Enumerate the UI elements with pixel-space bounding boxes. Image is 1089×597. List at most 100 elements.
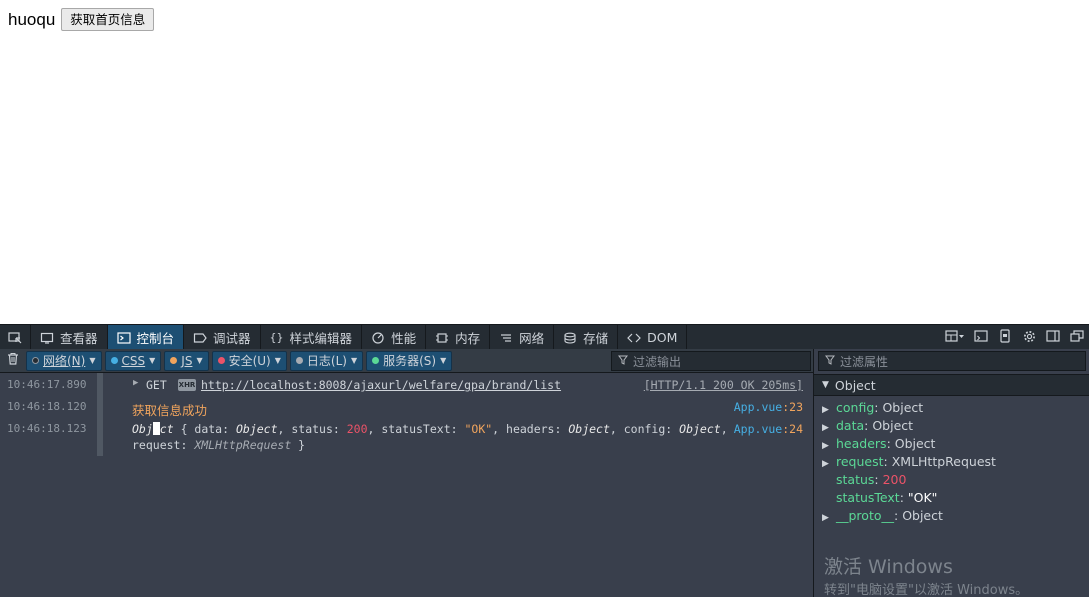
css-dot-icon xyxy=(110,357,118,364)
text-cursor xyxy=(152,422,160,435)
property-separator: : xyxy=(874,472,883,487)
fetch-home-info-button[interactable]: 获取首页信息 xyxy=(61,8,155,31)
tab-style-editor-label: 样式编辑器 xyxy=(289,331,353,346)
filter-server-button[interactable]: 服务器(S) ▼ xyxy=(366,350,453,371)
console-filter-bar: 网络(N) ▼ CSS ▼ JS ▼ 安全(U) ▼ 日志(L) ▼ 服务器(S… xyxy=(0,349,813,373)
dom-icon xyxy=(627,332,641,344)
tab-storage[interactable]: 存储 xyxy=(554,325,619,350)
log-message-text: 获取信息成功 xyxy=(132,403,208,418)
expand-triangle-icon: ▶ xyxy=(822,513,829,523)
timestamp: 10:46:18.120 xyxy=(7,400,87,413)
property-value: 200 xyxy=(882,472,907,487)
filter-logging-button[interactable]: 日志(L) ▼ xyxy=(289,350,364,371)
js-dot-icon xyxy=(170,357,178,364)
tab-debugger[interactable]: 调试器 xyxy=(184,325,261,350)
property-separator: : xyxy=(899,490,908,505)
property-key: status xyxy=(836,472,875,487)
object-request-key: request: xyxy=(132,438,195,452)
filter-css-button[interactable]: CSS ▼ xyxy=(104,350,162,371)
source-line: :24 xyxy=(782,422,803,436)
timestamp: 10:46:18.123 xyxy=(7,422,87,435)
object-status-key: , status: xyxy=(277,422,347,436)
object-config-value: Object xyxy=(679,422,721,436)
property-key: headers xyxy=(836,436,887,451)
property-row-proto[interactable]: ▶ __proto__: Object xyxy=(822,508,943,523)
property-row-data[interactable]: ▶ data: Object xyxy=(822,418,913,433)
storage-icon xyxy=(563,332,577,344)
property-row-config[interactable]: ▶ config: Object xyxy=(822,400,923,415)
object-inspector-sidebar: 过滤属性 ▼ Object ▶ config: Object ▶ data: Obj… xyxy=(813,349,1089,597)
console-icon xyxy=(116,331,131,344)
tab-dom-label: DOM xyxy=(647,330,678,345)
source-line: :23 xyxy=(782,400,803,414)
expand-triangle-icon: ▶ xyxy=(822,423,829,433)
object-comma: , xyxy=(720,422,728,436)
clear-console-button[interactable] xyxy=(0,349,26,373)
filter-logging-label: 日志(L) xyxy=(306,354,347,368)
tab-dom[interactable]: DOM xyxy=(618,325,688,350)
undock-button[interactable] xyxy=(1065,325,1089,350)
property-row-request[interactable]: ▶ request: XMLHttpRequest xyxy=(822,454,996,469)
page-title: huoqu xyxy=(8,9,56,29)
tab-performance-label: 性能 xyxy=(391,331,417,346)
filter-network-button[interactable]: 网络(N) ▼ xyxy=(26,350,102,371)
property-value: Object xyxy=(882,400,924,415)
object-preview-line-1[interactable]: Obj ct { data: Object, status: 200, statu… xyxy=(132,422,728,436)
tab-performance[interactable]: 性能 xyxy=(362,325,427,350)
filter-properties-placeholder: 过滤属性 xyxy=(840,354,889,369)
tab-inspector-label: 查看器 xyxy=(60,331,98,346)
object-statustext-key: , statusText: xyxy=(367,422,465,436)
style-editor-icon: {} xyxy=(269,330,284,344)
object-tree-root[interactable]: ▼ Object xyxy=(814,374,1089,396)
filter-server-label: 服务器(S) xyxy=(383,354,437,368)
filter-funnel-icon xyxy=(618,355,628,368)
gear-icon xyxy=(1023,330,1036,346)
dock-side-button[interactable] xyxy=(1041,325,1065,350)
property-value: XMLHttpRequest xyxy=(891,454,996,469)
property-separator: : xyxy=(886,436,895,451)
filter-properties-input[interactable]: 过滤属性 xyxy=(818,351,1086,371)
tab-memory[interactable]: 内存 xyxy=(426,325,491,350)
devtools-tabbar: 查看器 控制台 调试器 {} 样式编辑器 性能 内存 网络 存储 DOM xyxy=(0,324,1089,350)
split-console-button[interactable] xyxy=(969,325,993,350)
tab-inspector[interactable]: 查看器 xyxy=(31,325,108,350)
tab-picker[interactable] xyxy=(0,325,31,350)
tab-console[interactable]: 控制台 xyxy=(107,325,185,350)
memory-icon xyxy=(435,332,449,344)
timestamp: 10:46:17.890 xyxy=(7,378,87,391)
devtools-panel: 查看器 控制台 调试器 {} 样式编辑器 性能 内存 网络 存储 DOM 网络(… xyxy=(0,324,1089,597)
property-key: request xyxy=(836,454,884,469)
tab-network[interactable]: 网络 xyxy=(490,325,555,350)
source-location-link[interactable]: App.vue:24 xyxy=(734,422,803,436)
tab-memory-label: 内存 xyxy=(455,331,481,346)
frame-picker-button[interactable] xyxy=(941,325,969,350)
filter-js-button[interactable]: JS ▼ xyxy=(164,350,209,371)
filter-security-button[interactable]: 安全(U) ▼ xyxy=(211,350,287,371)
object-headers-value: Object xyxy=(568,422,610,436)
expand-triangle-icon[interactable]: ▶ xyxy=(133,378,138,388)
response-status-link[interactable]: [HTTP/1.1 200 OK 205ms] xyxy=(644,378,803,392)
chevron-down-icon: ▼ xyxy=(350,356,358,365)
frames-icon xyxy=(945,330,965,345)
filter-output-input[interactable]: 过滤输出 xyxy=(611,351,811,371)
page-header: huoqu 获取首页信息 xyxy=(8,8,155,31)
windows-activation-subtitle: 转到"电脑设置"以激活 Windows。 xyxy=(824,583,1029,597)
request-url-link[interactable]: http://localhost:8008/ajaxurl/welfare/gp… xyxy=(201,378,561,392)
responsive-mode-button[interactable] xyxy=(993,325,1017,350)
xhr-badge: XHR xyxy=(178,379,196,391)
property-row-headers[interactable]: ▶ headers: Object xyxy=(822,436,935,451)
expand-triangle-icon: ▶ xyxy=(822,441,829,451)
settings-button[interactable] xyxy=(1017,325,1041,350)
windows-activation-title: 激活 Windows xyxy=(824,556,953,578)
security-dot-icon xyxy=(217,357,225,364)
object-brace-open: { data: xyxy=(173,422,236,436)
object-headers-key: , headers: xyxy=(492,422,569,436)
source-location-link[interactable]: App.vue:23 xyxy=(734,400,803,414)
object-data-value: Object xyxy=(235,422,278,436)
page-viewport: huoqu 获取首页信息 xyxy=(0,0,1089,324)
tab-style-editor[interactable]: {} 样式编辑器 xyxy=(261,325,363,350)
window-icon xyxy=(1070,330,1084,345)
network-dot-icon xyxy=(32,357,39,364)
object-name-a: Obj xyxy=(132,422,153,436)
tab-network-label: 网络 xyxy=(519,331,545,346)
